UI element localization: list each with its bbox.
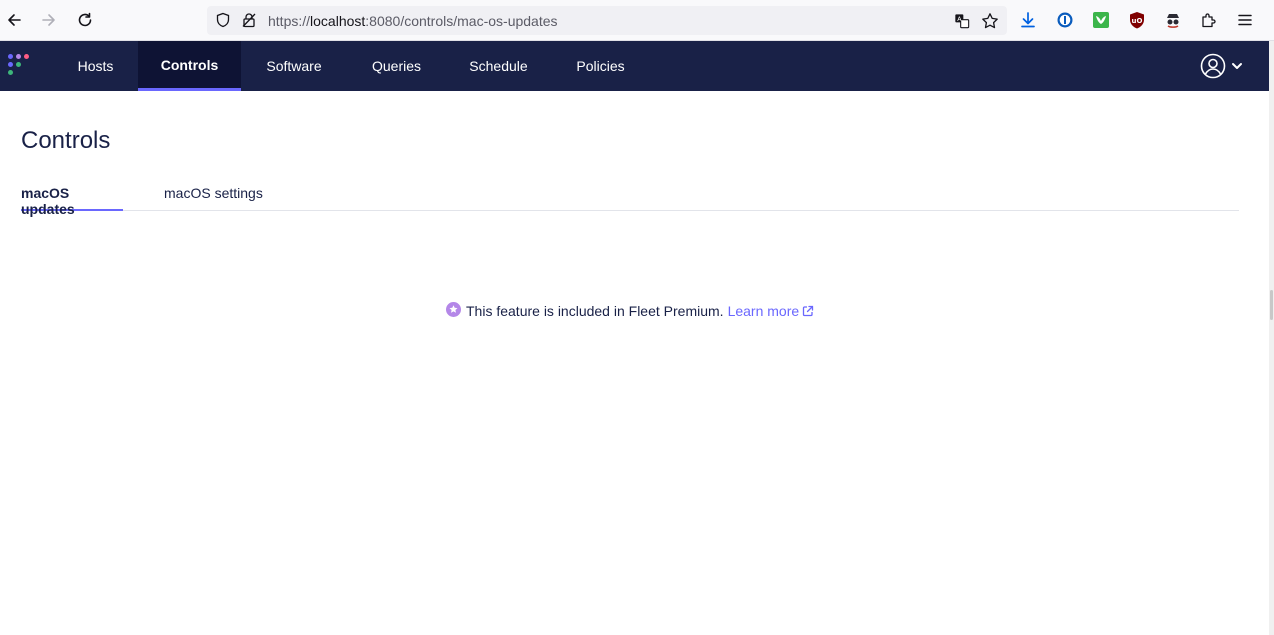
svg-text:A: A — [957, 16, 962, 23]
svg-text:uO: uO — [1132, 17, 1143, 25]
nav-controls[interactable]: Controls — [138, 41, 241, 91]
spy-extension-icon[interactable] — [1164, 11, 1182, 29]
learn-more-label: Learn more — [727, 303, 800, 319]
tab-macos-settings-label: macOS settings — [164, 185, 263, 201]
nav-hosts[interactable]: Hosts — [62, 41, 129, 91]
tracking-shield-icon[interactable] — [215, 12, 231, 28]
learn-more-link[interactable]: Learn more — [728, 303, 815, 319]
page-title: Controls — [21, 127, 111, 154]
tab-macos-updates-label: macOS updates — [21, 185, 75, 217]
back-icon[interactable] — [3, 9, 25, 31]
premium-feature-message: This feature is included in Fleet Premiu… — [446, 301, 814, 321]
green-extension-icon[interactable] — [1092, 11, 1110, 29]
tab-list: macOS updates macOS settings — [21, 178, 1239, 217]
app-header: Hosts Controls Software Queries Schedule… — [0, 41, 1269, 91]
nav-schedule-label: Schedule — [469, 58, 528, 74]
premium-star-icon — [446, 301, 461, 317]
forward-icon[interactable] — [38, 9, 60, 31]
user-avatar-icon — [1200, 53, 1226, 79]
nav-software-label: Software — [266, 58, 322, 74]
password-manager-extension-icon[interactable] — [1056, 11, 1074, 29]
nav-schedule[interactable]: Schedule — [455, 41, 542, 91]
bookmark-star-icon[interactable] — [981, 12, 999, 30]
url-text: https://localhost:8080/controls/mac-os-u… — [268, 13, 558, 29]
nav-controls-label: Controls — [160, 56, 219, 73]
browser-toolbar: https://localhost:8080/controls/mac-os-u… — [0, 0, 1274, 41]
scrollbar-track[interactable] — [1269, 41, 1274, 635]
url-host: localhost — [310, 13, 366, 29]
nav-software[interactable]: Software — [250, 41, 338, 91]
chevron-down-icon — [1232, 63, 1242, 69]
url-prefix: https:// — [268, 13, 311, 29]
ublock-shield-icon[interactable]: uO — [1128, 11, 1146, 29]
nav-hosts-label: Hosts — [77, 58, 114, 74]
menu-hamburger-icon[interactable] — [1236, 11, 1254, 29]
user-menu[interactable] — [1200, 53, 1250, 79]
external-link-icon — [803, 305, 814, 317]
address-bar[interactable]: https://localhost:8080/controls/mac-os-u… — [207, 6, 1007, 35]
nav-queries[interactable]: Queries — [357, 41, 436, 91]
scrollbar-thumb[interactable] — [1270, 290, 1273, 320]
reload-icon[interactable] — [74, 9, 96, 31]
tab-macos-updates[interactable]: macOS updates — [21, 178, 123, 217]
translate-icon[interactable]: A — [953, 12, 971, 30]
download-icon[interactable] — [1019, 11, 1037, 29]
fleet-logo-icon[interactable] — [8, 54, 36, 80]
nav-policies[interactable]: Policies — [562, 41, 639, 91]
url-path: :8080/controls/mac-os-updates — [365, 13, 558, 29]
premium-message-text: This feature is included in Fleet Premiu… — [466, 303, 724, 319]
extensions-puzzle-icon[interactable] — [1200, 11, 1218, 29]
nav-queries-label: Queries — [371, 58, 422, 74]
nav-policies-label: Policies — [576, 58, 625, 74]
tab-macos-settings[interactable]: macOS settings — [164, 178, 274, 211]
lock-icon[interactable] — [241, 12, 257, 28]
